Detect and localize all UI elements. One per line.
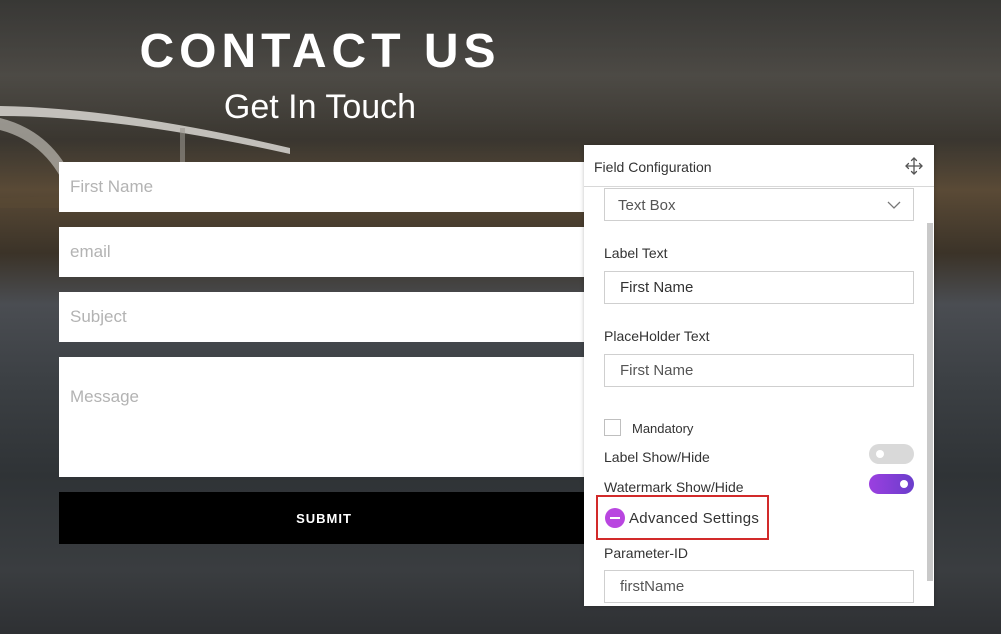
first-name-field[interactable] xyxy=(59,162,619,212)
toggle-knob xyxy=(900,480,908,488)
page-subtitle: Get In Touch xyxy=(223,88,417,126)
parameter-id-input[interactable] xyxy=(604,570,914,603)
placeholder-text-label: PlaceHolder Text xyxy=(604,328,710,344)
page-title: CONTACT US xyxy=(139,25,501,78)
mandatory-label: Mandatory xyxy=(632,421,694,436)
message-field[interactable] xyxy=(59,357,619,477)
label-show-hide-toggle[interactable] xyxy=(869,444,914,464)
placeholder-text-input[interactable] xyxy=(604,354,914,387)
field-type-value: Text Box xyxy=(618,197,676,214)
field-type-select[interactable]: Text Box xyxy=(604,188,914,221)
subject-field[interactable] xyxy=(59,292,619,342)
panel-header[interactable]: Field Configuration xyxy=(584,145,934,187)
mandatory-checkbox[interactable] xyxy=(604,419,621,436)
watermark-show-hide-label: Watermark Show/Hide xyxy=(604,479,744,495)
panel-title: Field Configuration xyxy=(594,159,712,175)
label-text-input[interactable] xyxy=(604,271,914,304)
advanced-settings-toggle[interactable]: Advanced Settings xyxy=(596,495,769,540)
scrollbar-thumb[interactable] xyxy=(927,223,933,581)
field-configuration-panel: Field Configuration Text Box Label Text … xyxy=(584,145,934,606)
submit-button[interactable]: SUBMIT xyxy=(59,492,619,544)
chevron-down-icon xyxy=(887,201,901,209)
label-show-hide-label: Label Show/Hide xyxy=(604,449,710,465)
email-field[interactable] xyxy=(59,227,619,277)
parameter-id-label: Parameter-ID xyxy=(604,545,689,561)
advanced-settings-label: Advanced Settings xyxy=(629,510,760,527)
label-text-label: Label Text xyxy=(604,245,668,261)
watermark-show-hide-toggle[interactable] xyxy=(869,474,914,494)
toggle-knob xyxy=(876,450,884,458)
collapse-minus-icon[interactable] xyxy=(605,508,625,528)
move-arrows-icon[interactable] xyxy=(904,156,924,176)
